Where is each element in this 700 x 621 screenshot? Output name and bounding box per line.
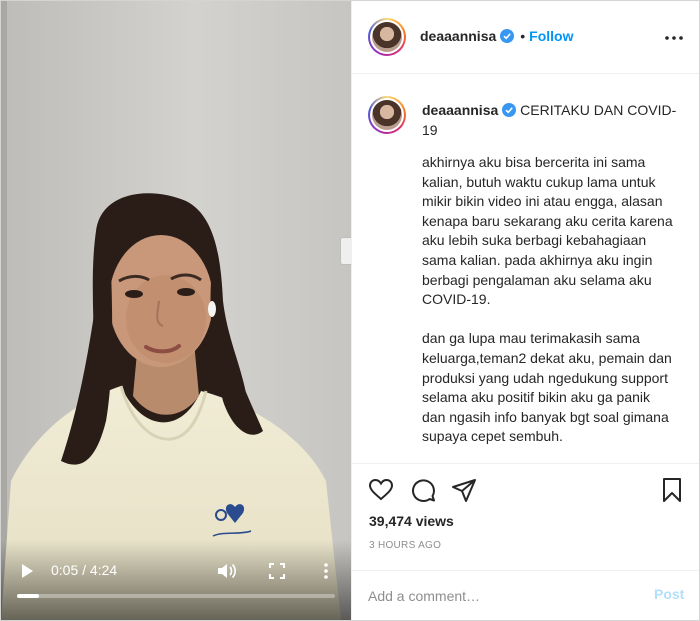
avatar[interactable] — [368, 18, 406, 56]
comment-bar: Post — [352, 570, 699, 620]
post-header: deaaannisa • Follow — [352, 1, 699, 74]
bookmark-icon[interactable] — [659, 477, 685, 503]
comment-input[interactable] — [368, 586, 628, 606]
caption-username[interactable]: deaaannisa — [422, 102, 498, 118]
video-progress-fill — [17, 594, 40, 598]
video-player[interactable]: 0:05 / 4:24 — [1, 1, 351, 620]
video-controls-bar — [1, 540, 351, 620]
more-vertical-icon[interactable] — [321, 562, 331, 580]
header-separator: • — [520, 28, 526, 44]
post-side-panel: deaaannisa • Follow deaaannisa CERITAKU DA… — [352, 1, 699, 620]
caption-title-row: deaaannisa CERITAKU DAN COVID-19 — [422, 100, 682, 140]
post-timestamp[interactable]: 3 HOURS AGO — [369, 540, 441, 551]
post-modal: 0:05 / 4:24 deaaannisa • Follow deaaanni… — [0, 0, 700, 621]
caption-body: akhirnya aku bisa bercerita ini sama kal… — [422, 154, 673, 445]
header-username[interactable]: deaaannisa — [420, 28, 496, 44]
post-comment-button[interactable]: Post — [654, 586, 684, 602]
play-icon[interactable] — [19, 563, 35, 579]
fullscreen-icon[interactable] — [269, 563, 285, 579]
more-horizontal-icon[interactable] — [664, 31, 684, 45]
panel-resize-handle[interactable] — [340, 237, 351, 265]
caption-avatar[interactable] — [368, 96, 406, 134]
header-user-row: deaaannisa • Follow — [420, 28, 574, 46]
video-progress-bar[interactable] — [17, 594, 335, 598]
comment-icon[interactable] — [410, 477, 436, 503]
post-actions: 39,474 views 3 HOURS AGO Post — [352, 463, 699, 620]
follow-button[interactable]: Follow — [529, 28, 573, 44]
heart-icon[interactable] — [368, 477, 394, 503]
verified-badge-icon — [502, 103, 517, 117]
share-icon[interactable] — [451, 477, 477, 503]
video-frame — [1, 1, 351, 620]
views-count[interactable]: 39,474 views — [369, 513, 454, 529]
verified-badge-icon — [500, 29, 515, 43]
video-time: 0:05 / 4:24 — [51, 562, 118, 578]
caption-scroll-area[interactable]: deaaannisa CERITAKU DAN COVID-19 akhirny… — [352, 74, 699, 462]
volume-icon[interactable] — [217, 562, 237, 580]
